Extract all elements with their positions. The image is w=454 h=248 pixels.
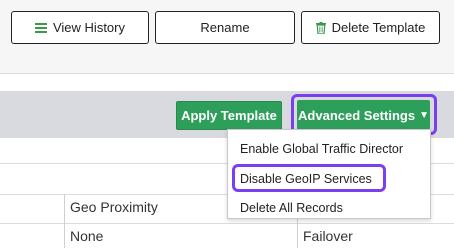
view-history-button[interactable]: View History	[11, 11, 149, 44]
column-divider	[64, 194, 65, 248]
rename-button[interactable]: Rename	[155, 11, 295, 44]
advanced-settings-label: Advanced Settings	[298, 107, 416, 123]
table-divider	[0, 223, 454, 224]
header-geo-proximity: Geo Proximity	[70, 199, 158, 215]
cell-failover-value: Failover	[303, 228, 353, 244]
toolbar-area: View History Rename Delete Template	[0, 0, 454, 74]
list-icon	[34, 22, 47, 33]
cell-geo-proximity-value: None	[70, 228, 104, 244]
disable-geoip-highlight	[232, 164, 386, 192]
menu-item-delete-all-records[interactable]: Delete All Records	[240, 201, 343, 215]
caret-down-icon: ▼	[419, 109, 429, 121]
delete-template-button[interactable]: Delete Template	[301, 11, 440, 44]
view-history-label: View History	[52, 20, 125, 35]
apply-template-label: Apply Template	[181, 108, 277, 123]
advanced-settings-button[interactable]: Advanced Settings ▼	[297, 100, 430, 130]
rename-label: Rename	[200, 20, 250, 35]
trash-icon	[315, 21, 326, 34]
delete-template-label: Delete Template	[331, 20, 426, 35]
apply-template-button[interactable]: Apply Template	[176, 101, 282, 130]
menu-item-enable-global-traffic-director[interactable]: Enable Global Traffic Director	[240, 142, 403, 156]
spacer	[0, 74, 454, 91]
